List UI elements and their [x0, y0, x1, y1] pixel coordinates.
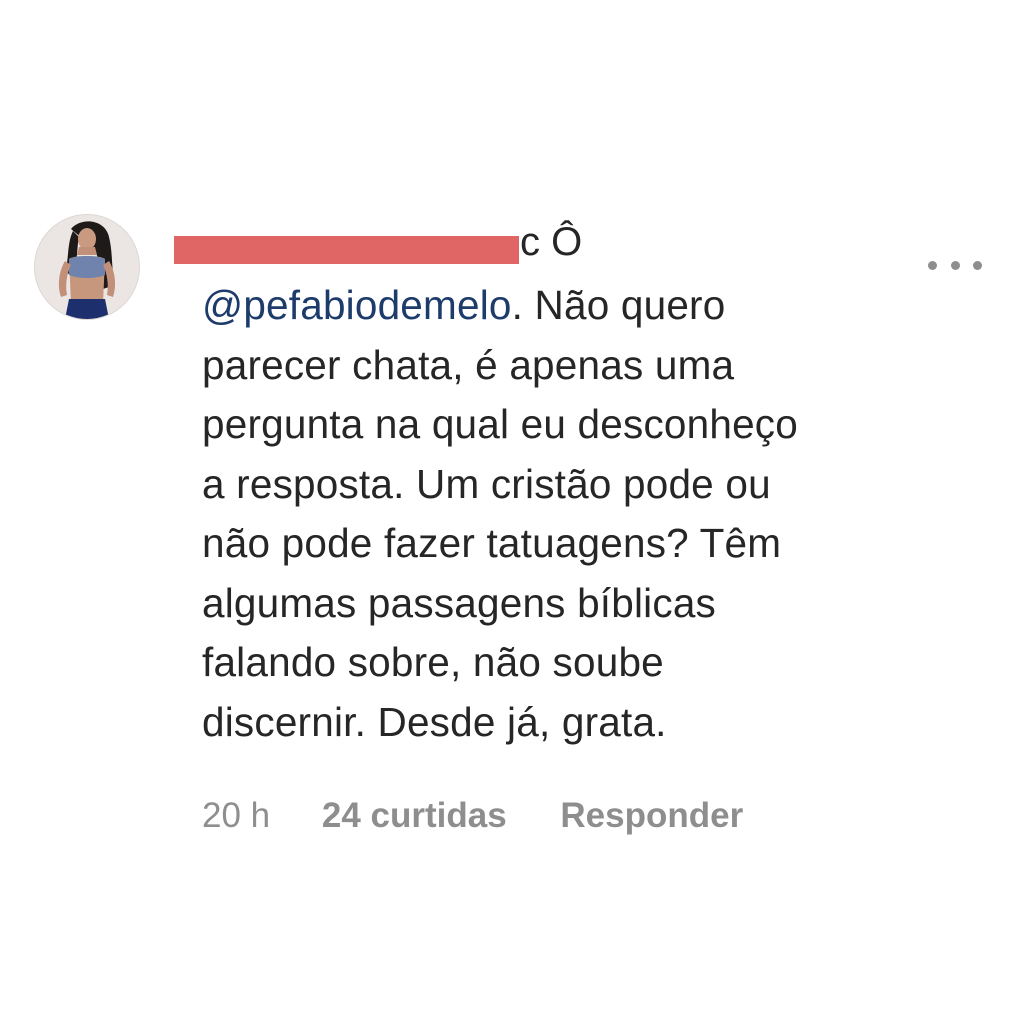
comment: c Ô @pefabiodemelo. Não quero parecer ch… — [0, 0, 1024, 1024]
comment-line: não pode fazer tatuagens? Têm — [202, 520, 782, 566]
likes-count-button[interactable]: 24 curtidas — [322, 794, 507, 838]
mention-link[interactable]: @pefabiodemelo — [202, 282, 512, 328]
avatar[interactable] — [34, 214, 140, 320]
comment-line: parecer chata, é apenas uma — [202, 341, 735, 388]
comment-line: falando sobre, não soube — [202, 639, 664, 685]
comment-line: pergunta na qual eu desconheço — [202, 401, 798, 447]
comment-meta: 20 h 24 curtidas Responder — [202, 794, 743, 838]
comment-text: @pefabiodemelo. Não quero parecer chata,… — [202, 276, 962, 752]
comment-line: algumas passagens bíblicas — [202, 579, 717, 626]
reply-button[interactable]: Responder — [560, 794, 743, 838]
username-redaction-bar — [174, 236, 519, 264]
ellipsis-icon — [928, 260, 937, 270]
avatar-photo — [35, 215, 139, 319]
comment-line-text: . Não quero — [511, 282, 726, 328]
comment-time: 20 h — [202, 796, 271, 835]
comment-line: discernir. Desde já, grata. — [202, 698, 667, 745]
comment-line: @pefabiodemelo. Não quero — [202, 276, 962, 336]
ellipsis-icon — [973, 260, 982, 270]
ellipsis-icon — [950, 260, 960, 270]
comment-line: a resposta. Um cristão pode ou — [202, 460, 771, 507]
